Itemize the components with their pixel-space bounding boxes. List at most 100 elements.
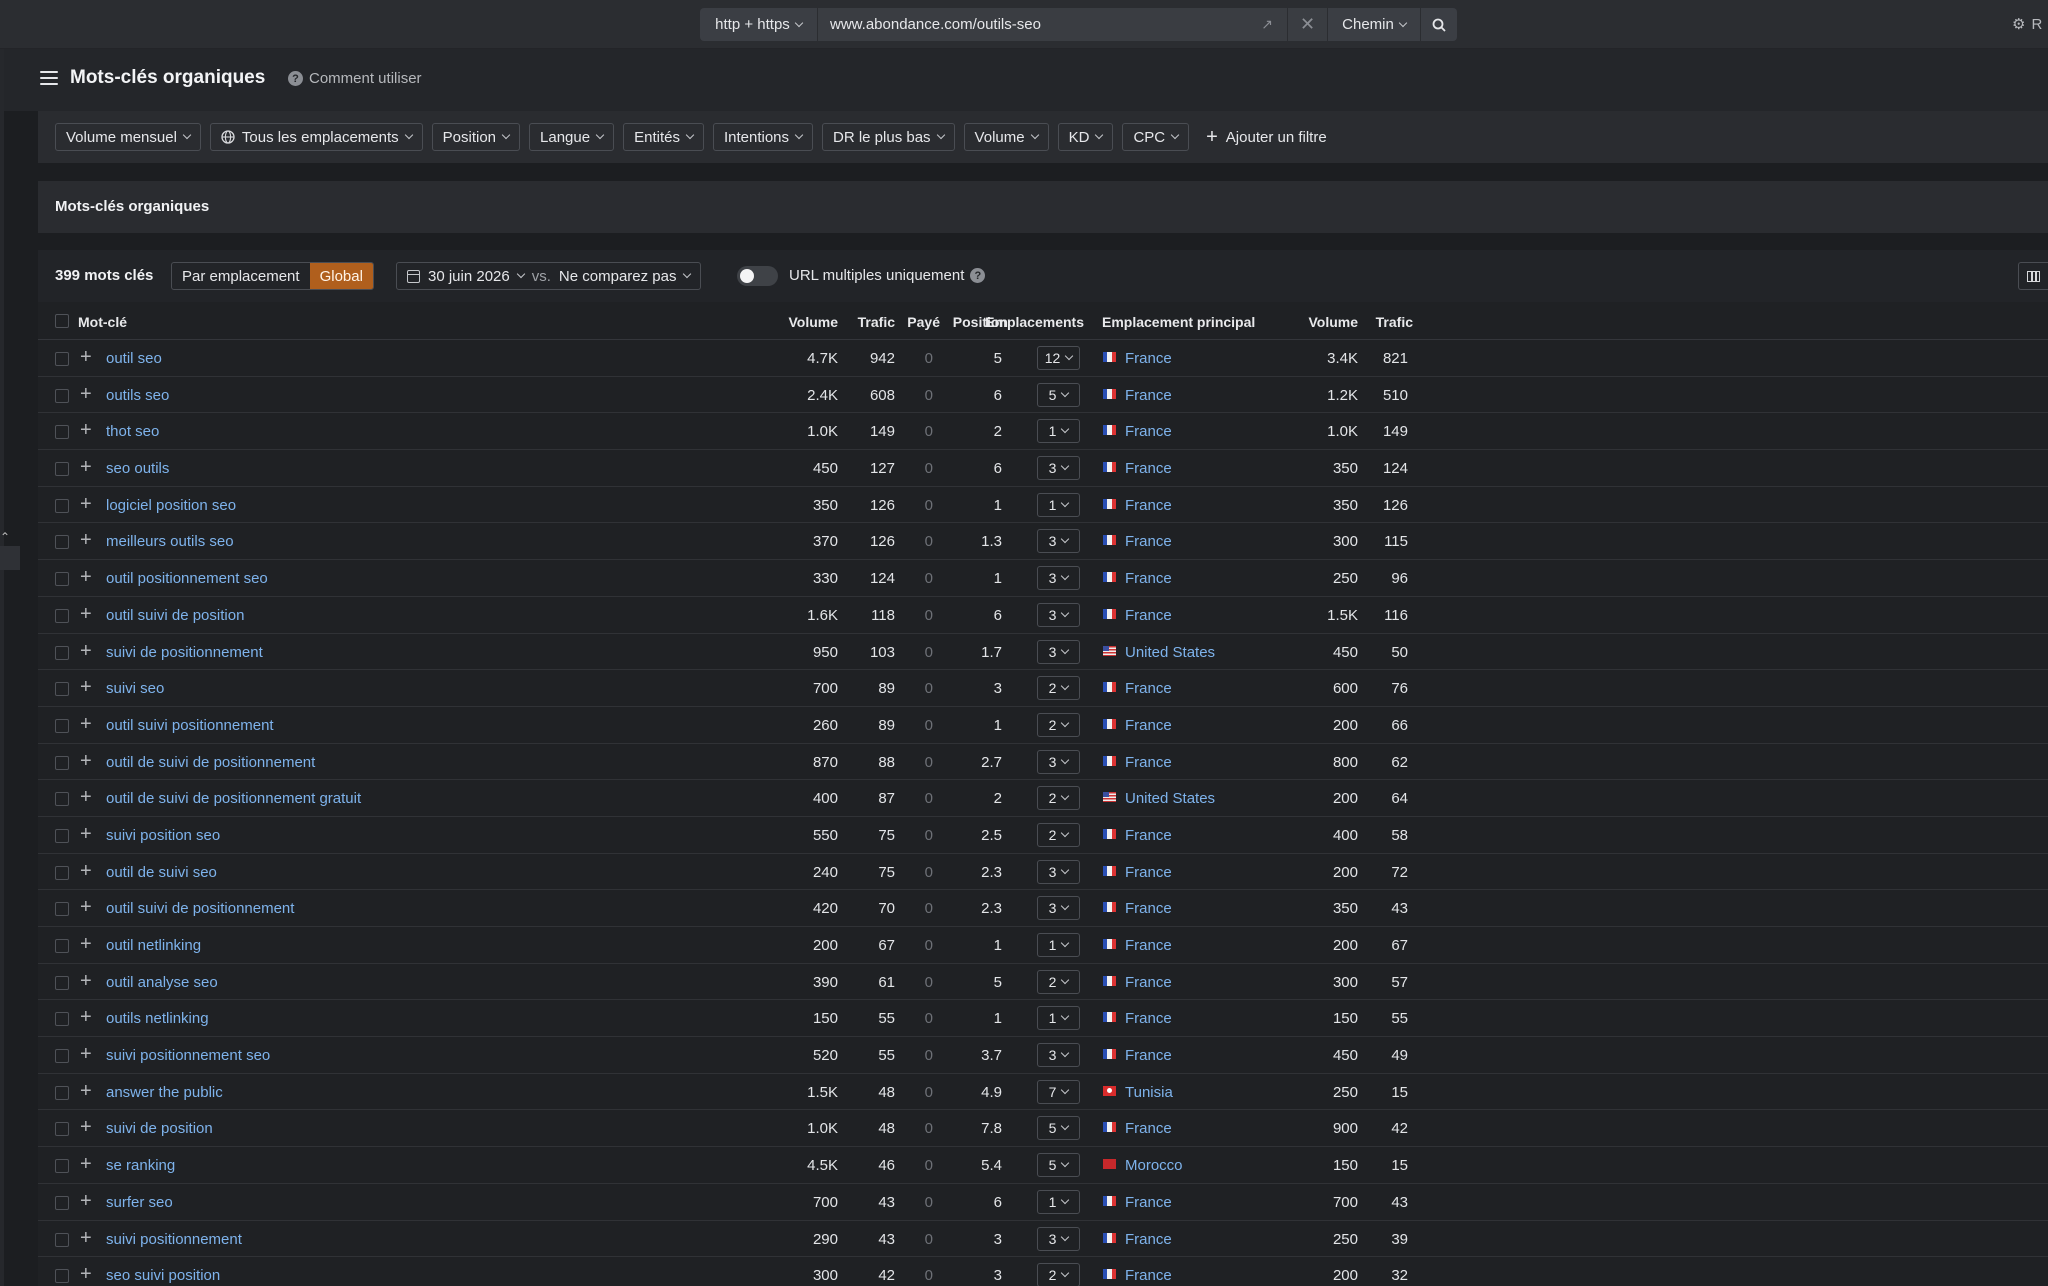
row-checkbox[interactable] bbox=[55, 902, 69, 917]
rail-active-item[interactable] bbox=[0, 546, 20, 570]
main-location-link[interactable]: France bbox=[1125, 497, 1172, 514]
filter-entities[interactable]: Entités bbox=[623, 123, 704, 151]
main-location-link[interactable]: France bbox=[1125, 1194, 1172, 1211]
add-keyword-icon[interactable]: + bbox=[80, 1190, 92, 1213]
collapse-icon[interactable]: ⌃ bbox=[0, 530, 10, 544]
main-location-link[interactable]: France bbox=[1125, 1010, 1172, 1027]
filter-position[interactable]: Position bbox=[431, 123, 521, 151]
add-keyword-icon[interactable]: + bbox=[80, 676, 92, 699]
row-checkbox[interactable] bbox=[55, 1085, 69, 1100]
add-keyword-icon[interactable]: + bbox=[80, 456, 92, 479]
main-location-link[interactable]: France bbox=[1125, 533, 1172, 550]
keyword-link[interactable]: thot seo bbox=[106, 423, 159, 440]
keyword-link[interactable]: seo suivi position bbox=[106, 1267, 220, 1284]
keyword-link[interactable]: suivi de positionnement bbox=[106, 644, 263, 661]
row-checkbox[interactable] bbox=[55, 645, 69, 660]
main-location-link[interactable]: United States bbox=[1125, 790, 1215, 807]
by-location-tab[interactable]: Par emplacement bbox=[172, 263, 310, 289]
add-keyword-icon[interactable]: + bbox=[80, 713, 92, 736]
main-location-link[interactable]: France bbox=[1125, 607, 1172, 624]
row-checkbox[interactable] bbox=[55, 572, 69, 587]
locations-dropdown[interactable]: 2 bbox=[1037, 676, 1080, 701]
traffic-value[interactable]: 67 bbox=[878, 937, 895, 954]
keyword-link[interactable]: suivi seo bbox=[106, 680, 164, 697]
row-checkbox[interactable] bbox=[55, 608, 69, 623]
row-checkbox[interactable] bbox=[55, 425, 69, 440]
main-location-link[interactable]: France bbox=[1125, 1047, 1172, 1064]
traffic-value[interactable]: 75 bbox=[878, 827, 895, 844]
traffic-value[interactable]: 43 bbox=[878, 1194, 895, 1211]
traffic-value[interactable]: 43 bbox=[878, 1231, 895, 1248]
col-volume[interactable]: Volume bbox=[788, 314, 838, 330]
add-keyword-icon[interactable]: + bbox=[80, 823, 92, 846]
locations-dropdown[interactable]: 12 bbox=[1037, 346, 1080, 370]
global-tab[interactable]: Global bbox=[309, 263, 373, 289]
locations-dropdown[interactable]: 3 bbox=[1037, 566, 1080, 591]
multi-url-toggle[interactable] bbox=[737, 266, 778, 286]
locations-dropdown[interactable]: 3 bbox=[1037, 1043, 1080, 1068]
traffic-value[interactable]: 55 bbox=[878, 1010, 895, 1027]
row-checkbox[interactable] bbox=[55, 1122, 69, 1137]
add-keyword-icon[interactable]: + bbox=[80, 970, 92, 993]
traffic-value[interactable]: 89 bbox=[878, 717, 895, 734]
col-main-location[interactable]: Emplacement principal bbox=[1102, 314, 1255, 330]
keyword-link[interactable]: outil de suivi seo bbox=[106, 864, 217, 881]
keyword-link[interactable]: outil seo bbox=[106, 350, 162, 367]
add-keyword-icon[interactable]: + bbox=[80, 1116, 92, 1139]
col-volume-2[interactable]: Volume bbox=[1308, 314, 1358, 330]
add-keyword-icon[interactable]: + bbox=[80, 750, 92, 773]
traffic-value[interactable]: 942 bbox=[870, 350, 895, 367]
filter-kd[interactable]: KD bbox=[1057, 123, 1114, 151]
traffic-value[interactable]: 75 bbox=[878, 864, 895, 881]
clear-icon[interactable]: ✕ bbox=[1287, 8, 1327, 41]
main-location-link[interactable]: France bbox=[1125, 570, 1172, 587]
add-keyword-icon[interactable]: + bbox=[80, 1043, 92, 1066]
traffic-value[interactable]: 124 bbox=[870, 570, 895, 587]
main-location-link[interactable]: Tunisia bbox=[1125, 1084, 1173, 1101]
row-checkbox[interactable] bbox=[55, 755, 69, 770]
row-checkbox[interactable] bbox=[55, 718, 69, 733]
main-location-link[interactable]: France bbox=[1125, 754, 1172, 771]
filter-lowest-dr[interactable]: DR le plus bas bbox=[822, 123, 955, 151]
add-keyword-icon[interactable]: + bbox=[80, 346, 92, 369]
keyword-link[interactable]: outil analyse seo bbox=[106, 974, 218, 991]
add-keyword-icon[interactable]: + bbox=[80, 1263, 92, 1286]
main-location-link[interactable]: France bbox=[1125, 387, 1172, 404]
keyword-link[interactable]: suivi positionnement bbox=[106, 1231, 242, 1248]
menu-icon[interactable] bbox=[40, 71, 58, 85]
filter-locations[interactable]: Tous les emplacements bbox=[209, 123, 423, 151]
row-checkbox[interactable] bbox=[55, 865, 69, 880]
traffic-value[interactable]: 87 bbox=[878, 790, 895, 807]
locations-dropdown[interactable]: 5 bbox=[1037, 382, 1080, 407]
keyword-link[interactable]: se ranking bbox=[106, 1157, 175, 1174]
keyword-link[interactable]: answer the public bbox=[106, 1084, 223, 1101]
traffic-value[interactable]: 89 bbox=[878, 680, 895, 697]
main-location-link[interactable]: France bbox=[1125, 1267, 1172, 1284]
locations-dropdown[interactable]: 1 bbox=[1037, 1189, 1080, 1214]
locations-dropdown[interactable]: 3 bbox=[1037, 859, 1080, 884]
locations-dropdown[interactable]: 7 bbox=[1037, 1079, 1080, 1104]
main-location-link[interactable]: France bbox=[1125, 423, 1172, 440]
row-checkbox[interactable] bbox=[55, 1269, 69, 1284]
main-location-link[interactable]: France bbox=[1125, 827, 1172, 844]
row-checkbox[interactable] bbox=[55, 792, 69, 807]
row-checkbox[interactable] bbox=[55, 975, 69, 990]
row-checkbox[interactable] bbox=[55, 939, 69, 953]
keyword-link[interactable]: seo outils bbox=[106, 460, 169, 477]
main-location-link[interactable]: France bbox=[1125, 350, 1172, 367]
filter-volume-mensuel[interactable]: Volume mensuel bbox=[55, 123, 201, 151]
row-checkbox[interactable] bbox=[55, 388, 69, 403]
locations-dropdown[interactable]: 3 bbox=[1037, 602, 1080, 627]
add-keyword-icon[interactable]: + bbox=[80, 896, 92, 919]
main-location-link[interactable]: France bbox=[1125, 937, 1172, 954]
settings-button[interactable]: ⚙ R bbox=[2012, 15, 2042, 34]
traffic-value[interactable]: 48 bbox=[878, 1084, 895, 1101]
add-keyword-icon[interactable]: + bbox=[80, 529, 92, 552]
traffic-value[interactable]: 61 bbox=[878, 974, 895, 991]
mode-select[interactable]: Chemin bbox=[1327, 8, 1420, 41]
add-keyword-icon[interactable]: + bbox=[80, 566, 92, 589]
keyword-link[interactable]: outil suivi de position bbox=[106, 607, 244, 624]
col-traffic-2[interactable]: Trafic bbox=[1376, 314, 1413, 330]
protocol-select[interactable]: http + https bbox=[700, 8, 817, 41]
keyword-link[interactable]: logiciel position seo bbox=[106, 497, 236, 514]
